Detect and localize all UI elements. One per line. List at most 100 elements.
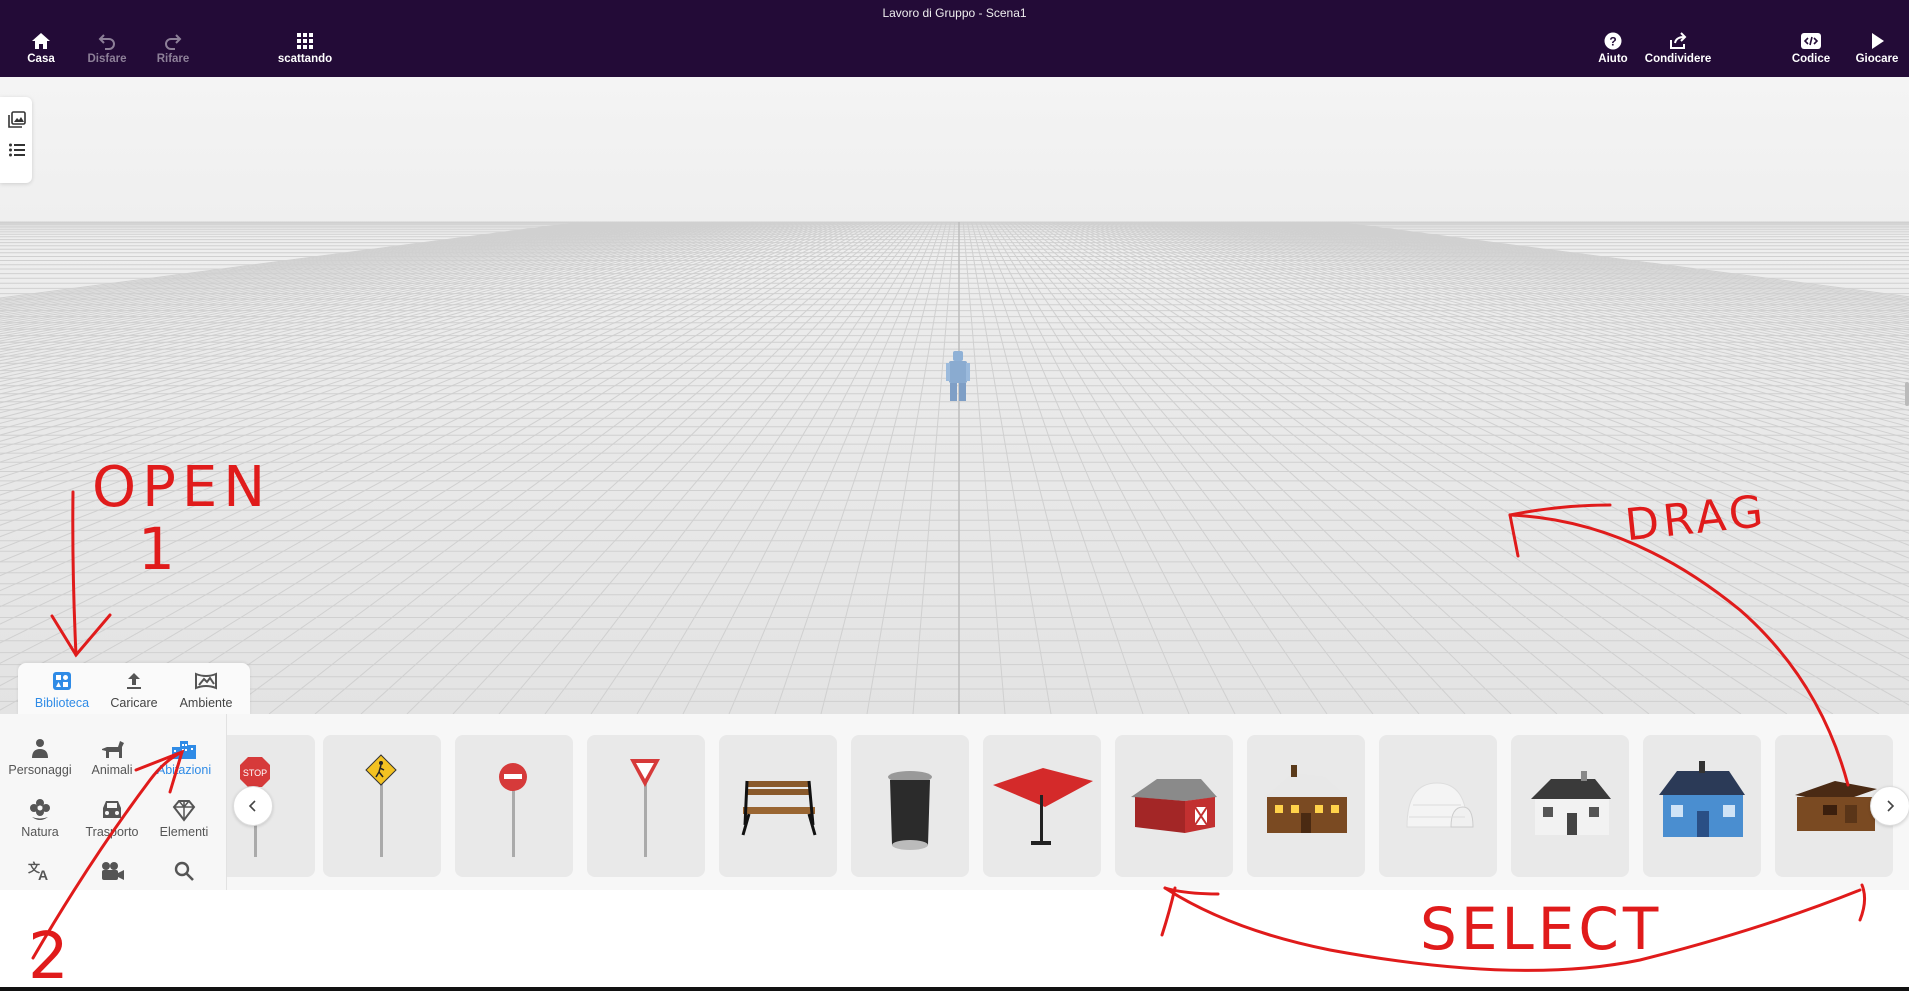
yield-sign-image [630,759,660,857]
redo-label: Rifare [156,53,190,65]
category-text[interactable]: 文A [4,860,76,885]
viewport-resize-handle[interactable] [1905,382,1909,406]
gallery-label: scattando [277,53,333,65]
play-label: Giocare [1855,53,1899,65]
bench-image [741,780,817,836]
translate-icon: 文A [28,860,48,882]
category-animals[interactable]: Animali [76,738,148,777]
tab-library-label: Biblioteca [34,696,90,710]
category-transport-label: Trasporto [85,825,139,839]
model-trash-can[interactable] [851,735,969,877]
model-no-entry-sign[interactable] [455,735,573,877]
redo-icon [165,34,182,50]
model-pedestrian-sign[interactable] [323,735,441,877]
scene-viewport[interactable] [0,77,1909,714]
upload-icon [127,673,141,689]
model-strip: STOP [227,714,1909,890]
redo-button[interactable]: Rifare [138,32,208,65]
tab-environment-label: Ambiente [179,696,233,710]
code-label: Codice [1791,53,1831,65]
library-panel: Personaggi Animali Abitazioni Natura Tra… [0,714,1909,890]
svg-text:A: A [38,867,48,882]
video-camera-icon [102,862,124,880]
scroll-left-button[interactable] [233,786,273,826]
library-tabs: Biblioteca Caricare Ambiente [18,663,250,715]
category-animals-label: Animali [91,763,133,777]
category-characters-label: Personaggi [8,763,72,777]
blue-house-image [1659,761,1745,837]
flower-icon [30,799,50,820]
scroll-right-button[interactable] [1870,786,1909,826]
character-placeholder[interactable] [945,351,971,403]
pedestrian-sign-image [365,754,397,857]
tab-upload[interactable]: Caricare [98,671,170,710]
library-icon [53,672,71,690]
no-entry-sign-image [499,763,527,857]
igloo-image [1406,782,1474,828]
help-icon: ? [1604,32,1622,50]
share-icon [1670,32,1687,49]
dog-icon [102,741,124,758]
undo-button[interactable]: Disfare [72,32,142,65]
category-items[interactable]: Elementi [148,798,220,839]
model-snowy-cabin[interactable] [1247,735,1365,877]
chevron-left-icon [248,800,256,812]
top-toolbar: Lavoro di Gruppo - Scena1 Casa Disfare R… [0,0,1909,77]
landscape-icon [195,672,217,690]
umbrella-image [993,768,1093,845]
list-icon[interactable] [8,141,26,159]
category-items-label: Elementi [159,825,209,839]
tab-environment[interactable]: Ambiente [170,671,242,710]
person-icon [32,739,48,758]
images-icon[interactable] [8,111,26,129]
scene-title: Lavoro di Gruppo - Scena1 [882,6,1027,20]
category-nature[interactable]: Natura [4,798,76,839]
stop-sign-text: STOP [243,768,267,778]
car-icon [103,801,121,818]
home-label: Casa [27,53,55,65]
category-nature-label: Natura [21,825,59,839]
side-tools [0,97,32,183]
tab-upload-label: Caricare [110,696,158,710]
gem-icon [172,800,196,822]
white-house-image [1531,771,1611,835]
model-umbrella[interactable] [983,735,1101,877]
category-buildings-label: Abitazioni [156,763,212,777]
model-yield-sign[interactable] [587,735,705,877]
home-icon [32,33,50,49]
trash-can-image [888,771,932,850]
model-igloo[interactable] [1379,735,1497,877]
category-list: Personaggi Animali Abitazioni Natura Tra… [0,714,227,890]
search-icon [174,861,194,881]
category-buildings[interactable]: Abitazioni [148,738,220,777]
model-bench[interactable] [719,735,837,877]
share-button[interactable]: Condividere [1640,32,1716,65]
help-button[interactable]: ? Aiuto [1578,32,1648,65]
buildings-icon [172,741,196,759]
code-icon [1801,33,1821,49]
help-label: Aiuto [1598,53,1628,65]
grid-icon [297,33,313,49]
code-button[interactable]: Codice [1776,32,1846,65]
undo-icon [98,34,115,50]
model-barn[interactable] [1115,735,1233,877]
play-button[interactable]: Giocare [1842,32,1909,65]
home-button[interactable]: Casa [6,32,76,65]
chevron-right-icon [1887,800,1895,812]
model-blue-house[interactable] [1643,735,1761,877]
svg-text:?: ? [1609,35,1616,49]
share-label: Condividere [1644,53,1712,65]
category-search[interactable] [148,860,220,885]
bottom-edge [0,987,1909,991]
barn-image [1131,779,1217,833]
gallery-button[interactable]: scattando [270,32,340,65]
tab-library[interactable]: Biblioteca [26,671,98,710]
category-characters[interactable]: Personaggi [4,738,76,777]
undo-label: Disfare [87,53,127,65]
category-camera[interactable] [76,860,148,885]
category-transport[interactable]: Trasporto [76,798,148,839]
snowy-cabin-image [1265,765,1347,833]
play-icon [1872,33,1884,49]
bottom-area [0,890,1909,987]
model-white-house[interactable] [1511,735,1629,877]
